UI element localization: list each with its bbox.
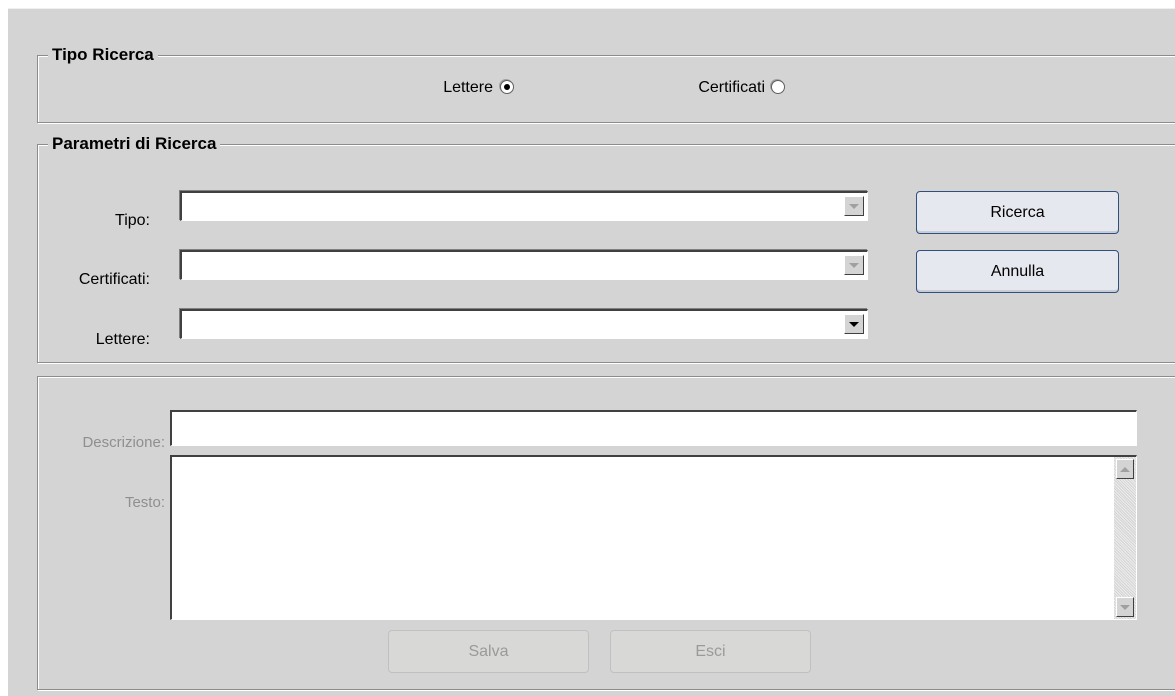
radio-selected-dot	[504, 84, 510, 90]
certificati-dropdown-button[interactable]	[844, 255, 864, 275]
scroll-up-button[interactable]	[1116, 459, 1134, 479]
descrizione-field[interactable]	[170, 410, 1137, 446]
chevron-down-icon	[849, 203, 859, 209]
certificati-combo[interactable]	[180, 250, 868, 280]
form-window: Tipo Ricerca Lettere Certificati Paramet…	[8, 8, 1175, 696]
testo-textarea[interactable]	[170, 455, 1137, 620]
search-params-group: Parametri di Ricerca Tipo: Certificati: …	[37, 133, 1175, 363]
search-type-title: Tipo Ricerca	[48, 44, 158, 66]
tipo-dropdown-button[interactable]	[844, 196, 864, 216]
lettere-dropdown-button[interactable]	[844, 314, 864, 334]
search-params-title: Parametri di Ricerca	[48, 133, 221, 155]
radio-letters-label[interactable]: Lettere	[393, 78, 493, 98]
tipo-label: Tipo:	[115, 212, 150, 229]
certificati-label: Certificati:	[78, 271, 150, 288]
cancel-button[interactable]: Annulla	[916, 250, 1119, 293]
tipo-combo[interactable]	[180, 191, 868, 221]
detail-group: Descrizione: Testo: Salva Esci	[37, 376, 1175, 690]
descrizione-label: Descrizione:	[82, 434, 165, 451]
radio-certificates[interactable]	[771, 80, 785, 94]
lettere-label: Lettere:	[95, 331, 150, 348]
exit-button[interactable]: Esci	[610, 630, 811, 673]
chevron-down-icon	[849, 262, 859, 268]
chevron-up-icon	[1120, 466, 1130, 472]
search-type-group: Tipo Ricerca Lettere Certificati	[37, 44, 1175, 123]
chevron-down-icon	[849, 321, 859, 327]
scroll-down-button[interactable]	[1116, 597, 1134, 617]
search-button[interactable]: Ricerca	[916, 191, 1119, 234]
save-button[interactable]: Salva	[388, 630, 589, 673]
testo-scrollbar[interactable]	[1114, 457, 1136, 619]
testo-label: Testo:	[124, 494, 165, 511]
radio-letters[interactable]	[500, 80, 514, 94]
chevron-down-icon	[1120, 604, 1130, 610]
lettere-combo[interactable]	[180, 309, 868, 339]
radio-certificates-label[interactable]: Certificati	[648, 78, 765, 98]
